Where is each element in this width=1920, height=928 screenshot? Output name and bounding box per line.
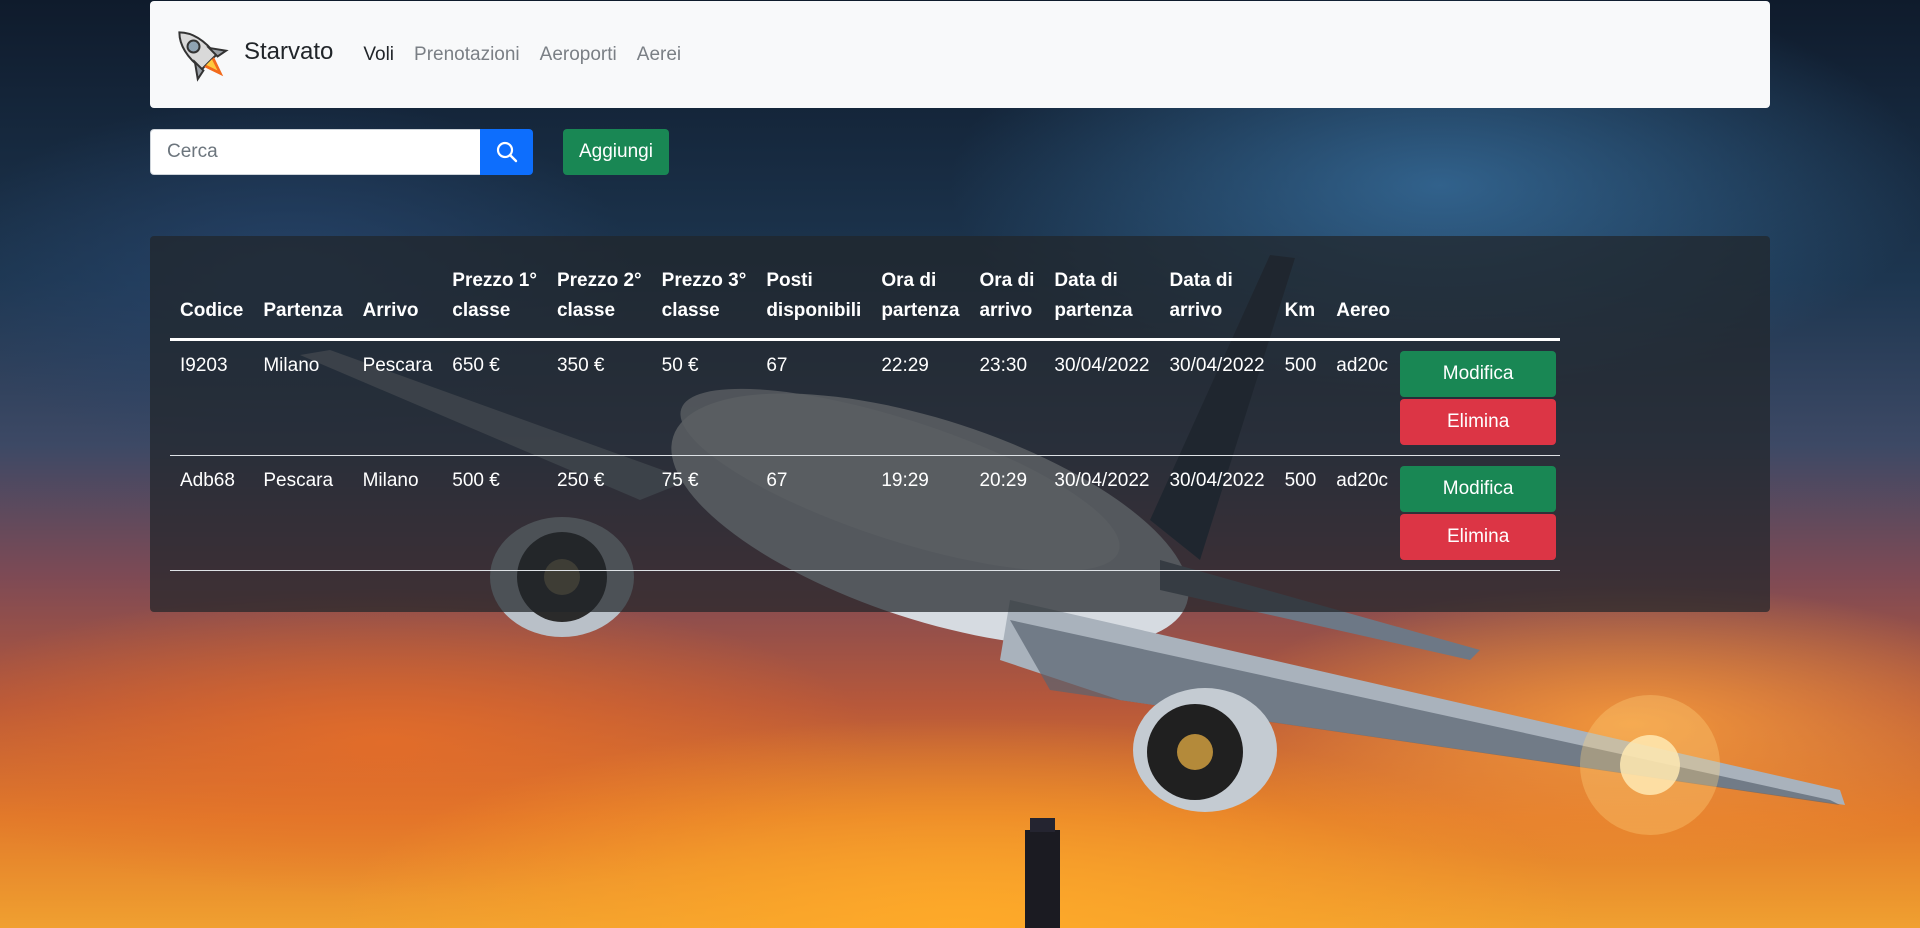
table-header-row: Codice Partenza Arrivo Prezzo 1° classe P…: [170, 266, 1561, 341]
table-row: I9203 Milano Pescara 650 € 350 € 50 € 67…: [170, 339, 1561, 456]
cell-data-partenza: 30/04/2022: [1044, 455, 1160, 571]
header-km: Km: [1274, 266, 1327, 341]
edit-button[interactable]: Modifica: [1400, 351, 1557, 397]
cell-codice: I9203: [170, 339, 254, 456]
cell-km: 500: [1274, 339, 1327, 456]
flights-table: Codice Partenza Arrivo Prezzo 1° classe P…: [170, 266, 1561, 571]
header-prezzo-1-classe: Prezzo 1° classe: [442, 266, 547, 341]
header-data-partenza: Data di partenza: [1044, 266, 1160, 341]
header-codice: Codice: [170, 266, 254, 341]
rocket-logo-icon: [178, 30, 229, 82]
header-data-arrivo: Data di arrivo: [1159, 266, 1275, 341]
nav-item-aeroporti[interactable]: Aeroporti: [540, 44, 617, 66]
nav-item-voli[interactable]: Voli: [363, 44, 394, 66]
search-input[interactable]: [150, 129, 480, 175]
navbar: Starvato Voli Prenotazioni Aeroporti Aer…: [150, 1, 1770, 108]
header-prezzo-3-classe: Prezzo 3° classe: [651, 266, 757, 341]
nav-item-aerei[interactable]: Aerei: [637, 44, 681, 66]
header-actions: [1400, 266, 1561, 341]
header-ora-arrivo: Ora di arrivo: [969, 266, 1045, 341]
cell-data-arrivo: 30/04/2022: [1159, 339, 1275, 456]
cell-aereo: ad20c: [1326, 455, 1401, 571]
cell-prezzo-3: 50 €: [651, 339, 757, 456]
nav-item-prenotazioni[interactable]: Prenotazioni: [414, 44, 520, 66]
cell-ora-arrivo: 20:29: [969, 455, 1045, 571]
cell-ora-partenza: 19:29: [871, 455, 970, 571]
header-posti-disponibili: Posti disponibili: [756, 266, 872, 341]
cell-data-partenza: 30/04/2022: [1044, 339, 1160, 456]
cell-aereo: ad20c: [1326, 339, 1401, 456]
search-button[interactable]: [480, 129, 533, 175]
cell-ora-arrivo: 23:30: [969, 339, 1045, 456]
cell-km: 500: [1274, 455, 1327, 571]
edit-button[interactable]: Modifica: [1400, 466, 1557, 512]
flights-panel: Codice Partenza Arrivo Prezzo 1° classe P…: [150, 236, 1770, 612]
cell-ora-partenza: 22:29: [871, 339, 970, 456]
cell-partenza: Pescara: [253, 455, 353, 571]
cell-arrivo: Pescara: [352, 339, 443, 456]
cell-prezzo-2: 350 €: [546, 339, 652, 456]
delete-button[interactable]: Elimina: [1400, 514, 1557, 560]
header-partenza: Partenza: [253, 266, 353, 341]
header-aereo: Aereo: [1326, 266, 1401, 341]
cell-prezzo-2: 250 €: [546, 455, 652, 571]
header-ora-partenza: Ora di partenza: [871, 266, 970, 341]
cell-arrivo: Milano: [352, 455, 443, 571]
cell-prezzo-1: 650 €: [442, 339, 547, 456]
add-button[interactable]: Aggiungi: [563, 129, 669, 175]
cell-posti: 67: [756, 339, 872, 456]
brand-name: Starvato: [244, 37, 334, 65]
search-bar: Aggiungi: [150, 129, 669, 175]
search-icon: [496, 141, 517, 163]
cell-posti: 67: [756, 455, 872, 571]
cell-actions: Modifica Elimina: [1400, 455, 1561, 571]
cell-prezzo-3: 75 €: [651, 455, 757, 571]
main-nav: Voli Prenotazioni Aeroporti Aerei: [363, 44, 701, 66]
delete-button[interactable]: Elimina: [1400, 399, 1557, 445]
brand[interactable]: Starvato: [166, 19, 333, 91]
header-arrivo: Arrivo: [352, 266, 443, 341]
cell-prezzo-1: 500 €: [442, 455, 547, 571]
cell-data-arrivo: 30/04/2022: [1159, 455, 1275, 571]
cell-partenza: Milano: [253, 339, 353, 456]
cell-actions: Modifica Elimina: [1400, 339, 1561, 456]
table-row: Adb68 Pescara Milano 500 € 250 € 75 € 67…: [170, 455, 1561, 571]
cell-codice: Adb68: [170, 455, 254, 571]
header-prezzo-2-classe: Prezzo 2° classe: [546, 266, 652, 341]
